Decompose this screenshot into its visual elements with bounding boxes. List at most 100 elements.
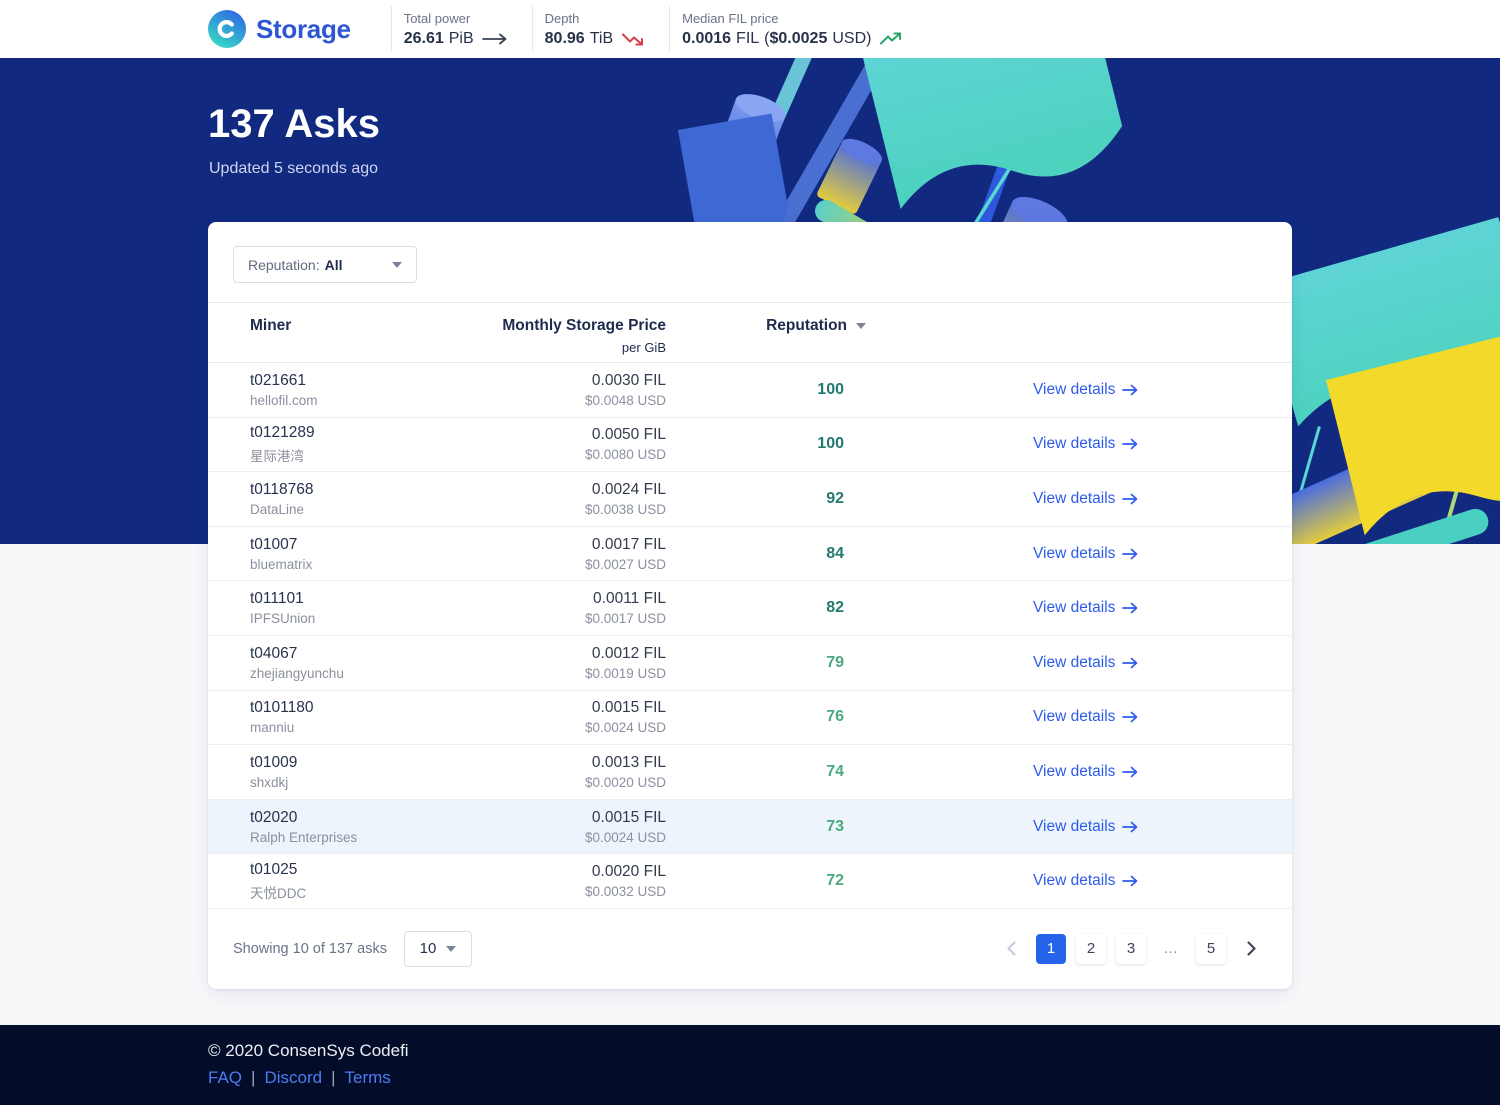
miner-id: t01007: [250, 535, 298, 553]
previous-page-button[interactable]: [996, 934, 1026, 964]
column-header-price-label: Monthly Storage Price: [502, 317, 666, 334]
asks-card: Reputation: All Miner Monthly Storage Pri…: [208, 222, 1292, 989]
page-size-dropdown[interactable]: 10: [403, 930, 472, 967]
view-details-label: View details: [1033, 599, 1116, 617]
brand-name: Storage: [256, 13, 351, 44]
footer-link-faq[interactable]: FAQ: [208, 1068, 242, 1088]
reputation-score: 73: [826, 817, 844, 835]
filter-bar: Reputation: All: [208, 222, 1292, 303]
reputation-score: 84: [826, 544, 844, 562]
reputation-score: 100: [817, 435, 844, 453]
price-fil: 0.0012 FIL: [591, 644, 666, 662]
footer-link-terms[interactable]: Terms: [344, 1068, 390, 1088]
copyright-text: © 2020 ConsenSys Codefi: [208, 1041, 409, 1060]
miner-name: Ralph Enterprises: [250, 829, 358, 845]
reputation-filter-label: Reputation:: [248, 256, 320, 273]
table-row[interactable]: t02020 Ralph Enterprises 0.0015 FIL $0.0…: [208, 799, 1292, 855]
price-fil: 0.0024 FIL: [591, 480, 666, 498]
table-row[interactable]: t0121289 星际港湾 0.0050 FIL $0.0080 USD 100…: [208, 418, 1292, 473]
view-details-label: View details: [1033, 380, 1116, 398]
stat-median-fil-price: Median FIL price 0.0016 FIL ($0.0025 USD…: [669, 6, 927, 52]
stat-value: 80.96: [544, 29, 585, 47]
miner-name: manniu: [250, 720, 295, 736]
pagination-page-2[interactable]: 2: [1076, 933, 1106, 964]
chevron-down-icon: [446, 945, 457, 952]
arrow-right-icon: [1122, 766, 1138, 778]
arrow-right-icon: [1122, 548, 1138, 559]
view-details-link[interactable]: View details: [1033, 763, 1138, 781]
price-usd: $0.0017 USD: [584, 611, 666, 627]
miner-id: t0118768: [250, 480, 314, 498]
miner-id: t021661: [250, 371, 307, 389]
price-fil: 0.0013 FIL: [591, 753, 666, 771]
reputation-score: 72: [826, 872, 844, 890]
price-usd: $0.0048 USD: [584, 392, 666, 408]
table-row[interactable]: t011101 IPFSUnion 0.0011 FIL $0.0017 USD…: [208, 581, 1292, 636]
price-usd: $0.0019 USD: [584, 665, 666, 681]
table-row[interactable]: t021661 hellofil.com 0.0030 FIL $0.0048 …: [208, 363, 1292, 418]
trend-flat-icon: [481, 33, 508, 45]
pagination-page-1[interactable]: 1: [1036, 933, 1066, 964]
column-header-price: Monthly Storage Price per GiB: [486, 317, 666, 362]
view-details-link[interactable]: View details: [1033, 708, 1138, 726]
chevron-down-icon: [392, 261, 402, 268]
reputation-filter-dropdown[interactable]: Reputation: All: [233, 246, 417, 283]
table-row[interactable]: t01007 bluematrix 0.0017 FIL $0.0027 USD…: [208, 527, 1292, 582]
view-details-link[interactable]: View details: [1033, 381, 1138, 399]
view-details-link[interactable]: View details: [1033, 599, 1138, 617]
table-row[interactable]: t01025 天悦DDC 0.0020 FIL $0.0032 USD 72 V…: [208, 854, 1292, 909]
column-header-price-sub: per GiB: [621, 340, 666, 355]
view-details-link[interactable]: View details: [1033, 435, 1138, 453]
price-fil: 0.0015 FIL: [591, 699, 666, 717]
footer-link-discord[interactable]: Discord: [264, 1068, 322, 1088]
table-row[interactable]: t0118768 DataLine 0.0024 FIL $0.0038 USD…: [208, 472, 1292, 527]
miner-name: zhejiangyunchu: [250, 665, 344, 681]
view-details-label: View details: [1033, 762, 1116, 780]
view-details-link[interactable]: View details: [1033, 872, 1138, 890]
arrow-right-icon: [1122, 493, 1138, 505]
miner-name: shxdkj: [250, 774, 289, 790]
pagination-controls: 1 2 3 … 5: [996, 933, 1266, 964]
miner-id: t02020: [250, 808, 298, 826]
updated-timestamp: Updated 5 seconds ago: [209, 160, 379, 177]
pagination-page-5[interactable]: 5: [1196, 933, 1226, 964]
view-details-link[interactable]: View details: [1033, 654, 1138, 672]
view-details-link[interactable]: View details: [1033, 545, 1138, 563]
miner-name: bluematrix: [250, 556, 313, 572]
price-usd: $0.0032 USD: [584, 884, 666, 900]
view-details-link[interactable]: View details: [1033, 818, 1138, 836]
top-header: Storage Total power 26.61 PiB Depth 80.9…: [0, 0, 1500, 58]
results-summary: Showing 10 of 137 asks: [233, 940, 387, 957]
view-details-label: View details: [1033, 817, 1116, 835]
codefi-logo-icon: [208, 10, 246, 48]
column-header-miner: Miner: [250, 317, 292, 334]
pagination-ellipsis: …: [1163, 940, 1179, 958]
table-row[interactable]: t04067 zhejiangyunchu 0.0012 FIL $0.0019…: [208, 636, 1292, 691]
miner-name: 星际港湾: [250, 448, 304, 464]
view-details-label: View details: [1033, 489, 1116, 507]
stat-unit: TiB: [589, 29, 614, 47]
miner-id: t04067: [250, 644, 298, 662]
stat-total-power: Total power 26.61 PiB: [390, 6, 532, 52]
miner-name: hellofil.com: [250, 392, 318, 408]
brand-logo[interactable]: Storage: [208, 10, 351, 48]
arrow-right-icon: [1122, 712, 1138, 723]
miner-id: t01009: [250, 753, 298, 771]
next-page-button[interactable]: [1236, 934, 1266, 964]
miner-name: IPFSUnion: [250, 611, 316, 627]
table-row[interactable]: t0101180 manniu 0.0015 FIL $0.0024 USD 7…: [208, 691, 1292, 746]
view-details-label: View details: [1033, 653, 1116, 671]
table-row[interactable]: t01009 shxdkj 0.0013 FIL $0.0020 USD 74 …: [208, 745, 1292, 800]
page-size-value: 10: [419, 940, 437, 958]
column-header-reputation-label: Reputation: [766, 317, 847, 334]
view-details-label: View details: [1033, 435, 1116, 453]
pagination-bar: Showing 10 of 137 asks 10 1 2 3 … 5: [208, 909, 1292, 989]
view-details-link[interactable]: View details: [1033, 490, 1138, 508]
reputation-score: 82: [826, 599, 844, 617]
price-usd: $0.0020 USD: [584, 774, 666, 790]
reputation-score: 76: [826, 708, 844, 726]
pagination-page-3[interactable]: 3: [1116, 933, 1146, 964]
column-header-reputation[interactable]: Reputation: [666, 317, 866, 362]
price-fil: 0.0020 FIL: [591, 863, 666, 881]
footer-link-separator: |: [331, 1068, 336, 1087]
